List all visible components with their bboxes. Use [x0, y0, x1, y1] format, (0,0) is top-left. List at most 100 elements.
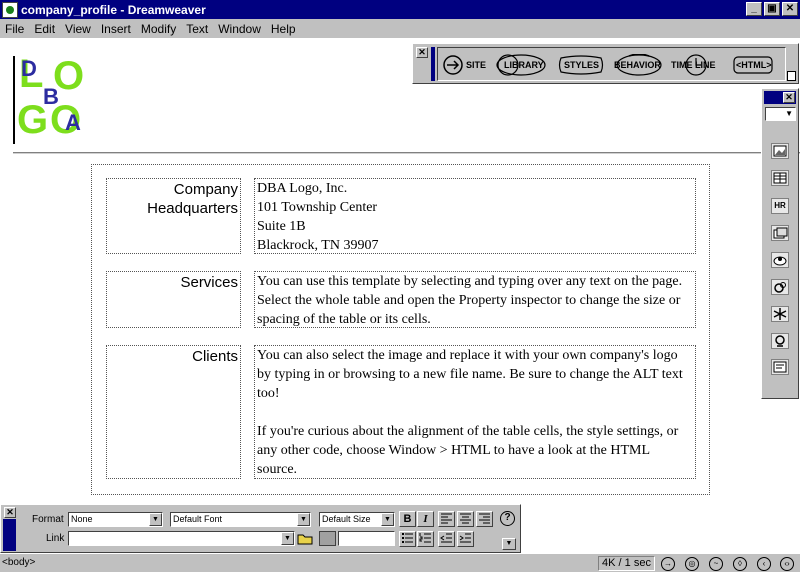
launcher-close-button[interactable]: ✕	[416, 47, 428, 58]
menu-help[interactable]: Help	[266, 22, 301, 36]
indent-icon	[459, 533, 471, 543]
clients-text-1: You can also select the image and replac…	[257, 348, 683, 401]
insert-form-icon[interactable]	[771, 359, 789, 375]
behavior-button[interactable]: BEHAVIOR	[614, 54, 662, 76]
title-bar: company_profile - Dreamweaver _ ▣ ✕	[0, 0, 800, 19]
behavior-window-icon[interactable]: ◊	[733, 557, 747, 571]
chevron-down-icon: ▼	[297, 513, 310, 526]
insert-image-icon[interactable]	[771, 143, 789, 159]
insert-hr-icon[interactable]: HR	[771, 198, 789, 214]
link-field[interactable]: ▼	[68, 531, 295, 546]
bulleted-list-icon	[402, 533, 413, 543]
menu-modify[interactable]: Modify	[136, 22, 181, 36]
insert-activex-icon[interactable]	[771, 306, 789, 322]
label-cell-services[interactable]: Services	[106, 271, 241, 328]
logo-letter-d: D	[21, 56, 37, 81]
window-title: company_profile - Dreamweaver	[21, 2, 206, 17]
styles-window-icon[interactable]: ~	[709, 557, 723, 571]
services-label: Services	[180, 274, 238, 291]
launcher-palette: ✕ SITE LIBRARY STYLES BEHAVIOR TIME LINE…	[412, 43, 799, 84]
format-dropdown[interactable]: None ▼	[68, 512, 163, 527]
insert-applet-icon[interactable]	[771, 279, 789, 295]
site-window-icon[interactable]: →	[661, 557, 675, 571]
folder-icon[interactable]	[297, 531, 314, 546]
headquarters-label: Headquarters	[147, 200, 238, 217]
dreamweaver-app-icon[interactable]	[2, 1, 18, 18]
behavior-label: BEHAVIOR	[614, 60, 661, 70]
timeline-label: TIME LINE	[671, 60, 716, 70]
objects-palette: ✕ ▼ HR	[761, 88, 799, 399]
company-label: Company	[173, 181, 238, 198]
label-cell-company[interactable]: Company Headquarters	[106, 178, 241, 254]
properties-title-bar[interactable]	[3, 519, 16, 551]
minimize-button[interactable]: _	[746, 2, 762, 16]
site-button[interactable]: SITE	[442, 54, 486, 76]
indent-button[interactable]	[457, 531, 474, 547]
horizontal-rule	[13, 152, 800, 154]
library-button[interactable]: LIBRARY	[496, 54, 546, 76]
status-bar: <body> 4K / 1 sec → ◎ ~ ◊ ‹ ‹›	[0, 553, 800, 572]
menu-view[interactable]: View	[60, 22, 96, 36]
styles-button[interactable]: STYLES	[558, 54, 604, 76]
menu-bar: File Edit View Insert Modify Text Window…	[0, 19, 800, 38]
size-dropdown[interactable]: Default Size ▼	[319, 512, 395, 527]
content-cell-address[interactable]: DBA Logo, Inc. 101 Township Center Suite…	[254, 178, 696, 254]
tag-selector-body[interactable]: <body>	[2, 557, 35, 568]
insert-plugin-icon[interactable]	[771, 252, 789, 268]
address-line: Suite 1B	[257, 219, 306, 234]
site-icon	[443, 55, 463, 75]
insert-java-icon[interactable]	[771, 333, 789, 349]
bold-button[interactable]: B	[399, 511, 416, 527]
objects-close-button[interactable]: ✕	[783, 92, 795, 103]
text-color-swatch[interactable]	[319, 531, 336, 546]
menu-file[interactable]: File	[0, 22, 29, 36]
objects-category-dropdown[interactable]: ▼	[765, 107, 796, 121]
align-center-button[interactable]	[457, 511, 474, 527]
text-color-field[interactable]	[338, 531, 395, 546]
align-center-icon	[460, 513, 471, 524]
site-label: SITE	[466, 60, 487, 70]
content-cell-clients[interactable]: You can also select the image and replac…	[254, 345, 696, 479]
address-line: DBA Logo, Inc.	[257, 181, 348, 196]
content-cell-services[interactable]: You can use this template by selecting a…	[254, 271, 696, 328]
chevron-down-icon: ▼	[381, 513, 394, 526]
document-window[interactable]: L O G O D B A Company Headquarters DBA L…	[0, 38, 800, 553]
chevron-down-icon: ▼	[281, 532, 294, 545]
menu-text[interactable]: Text	[181, 22, 213, 36]
launcher-orientation-toggle[interactable]	[787, 71, 796, 81]
menu-window[interactable]: Window	[213, 22, 266, 36]
html-button[interactable]: <HTML>	[732, 54, 773, 76]
label-cell-clients[interactable]: Clients	[106, 345, 241, 479]
outdent-button[interactable]	[438, 531, 455, 547]
company-logo[interactable]: L O G O D B A	[13, 54, 88, 144]
expand-inspector-button[interactable]: ▼	[502, 538, 516, 550]
layout-table[interactable]: Company Headquarters DBA Logo, Inc. 101 …	[91, 164, 710, 495]
font-dropdown[interactable]: Default Font ▼	[170, 512, 311, 527]
align-right-button[interactable]	[476, 511, 493, 527]
link-label: Link	[46, 533, 65, 544]
font-value: Default Font	[173, 514, 223, 524]
timeline-window-icon[interactable]: ‹	[757, 557, 771, 571]
services-text: You can use this template by selecting a…	[257, 274, 683, 327]
help-icon[interactable]: ?	[500, 511, 515, 526]
properties-close-button[interactable]: ✕	[4, 507, 16, 518]
close-button[interactable]: ✕	[782, 2, 798, 16]
html-window-icon[interactable]: ‹›	[780, 557, 794, 571]
timeline-button[interactable]: TIME LINE	[671, 54, 716, 76]
outdent-icon	[440, 533, 452, 543]
format-value: None	[71, 514, 93, 524]
library-window-icon[interactable]: ◎	[685, 557, 699, 571]
menu-insert[interactable]: Insert	[96, 22, 136, 36]
launcher-title-bar[interactable]	[431, 47, 435, 81]
ordered-list-button[interactable]	[417, 531, 434, 547]
align-left-button[interactable]	[438, 511, 455, 527]
unordered-list-button[interactable]	[399, 531, 416, 547]
property-inspector: ✕ Format None ▼ Default Font ▼ Default S…	[0, 504, 521, 553]
insert-layer-icon[interactable]	[771, 225, 789, 241]
insert-table-icon[interactable]	[771, 170, 789, 186]
restore-button[interactable]: ▣	[764, 2, 780, 16]
italic-button[interactable]: I	[417, 511, 434, 527]
menu-edit[interactable]: Edit	[29, 22, 60, 36]
library-label: LIBRARY	[504, 60, 544, 70]
logo-letter-b: B	[43, 84, 59, 109]
